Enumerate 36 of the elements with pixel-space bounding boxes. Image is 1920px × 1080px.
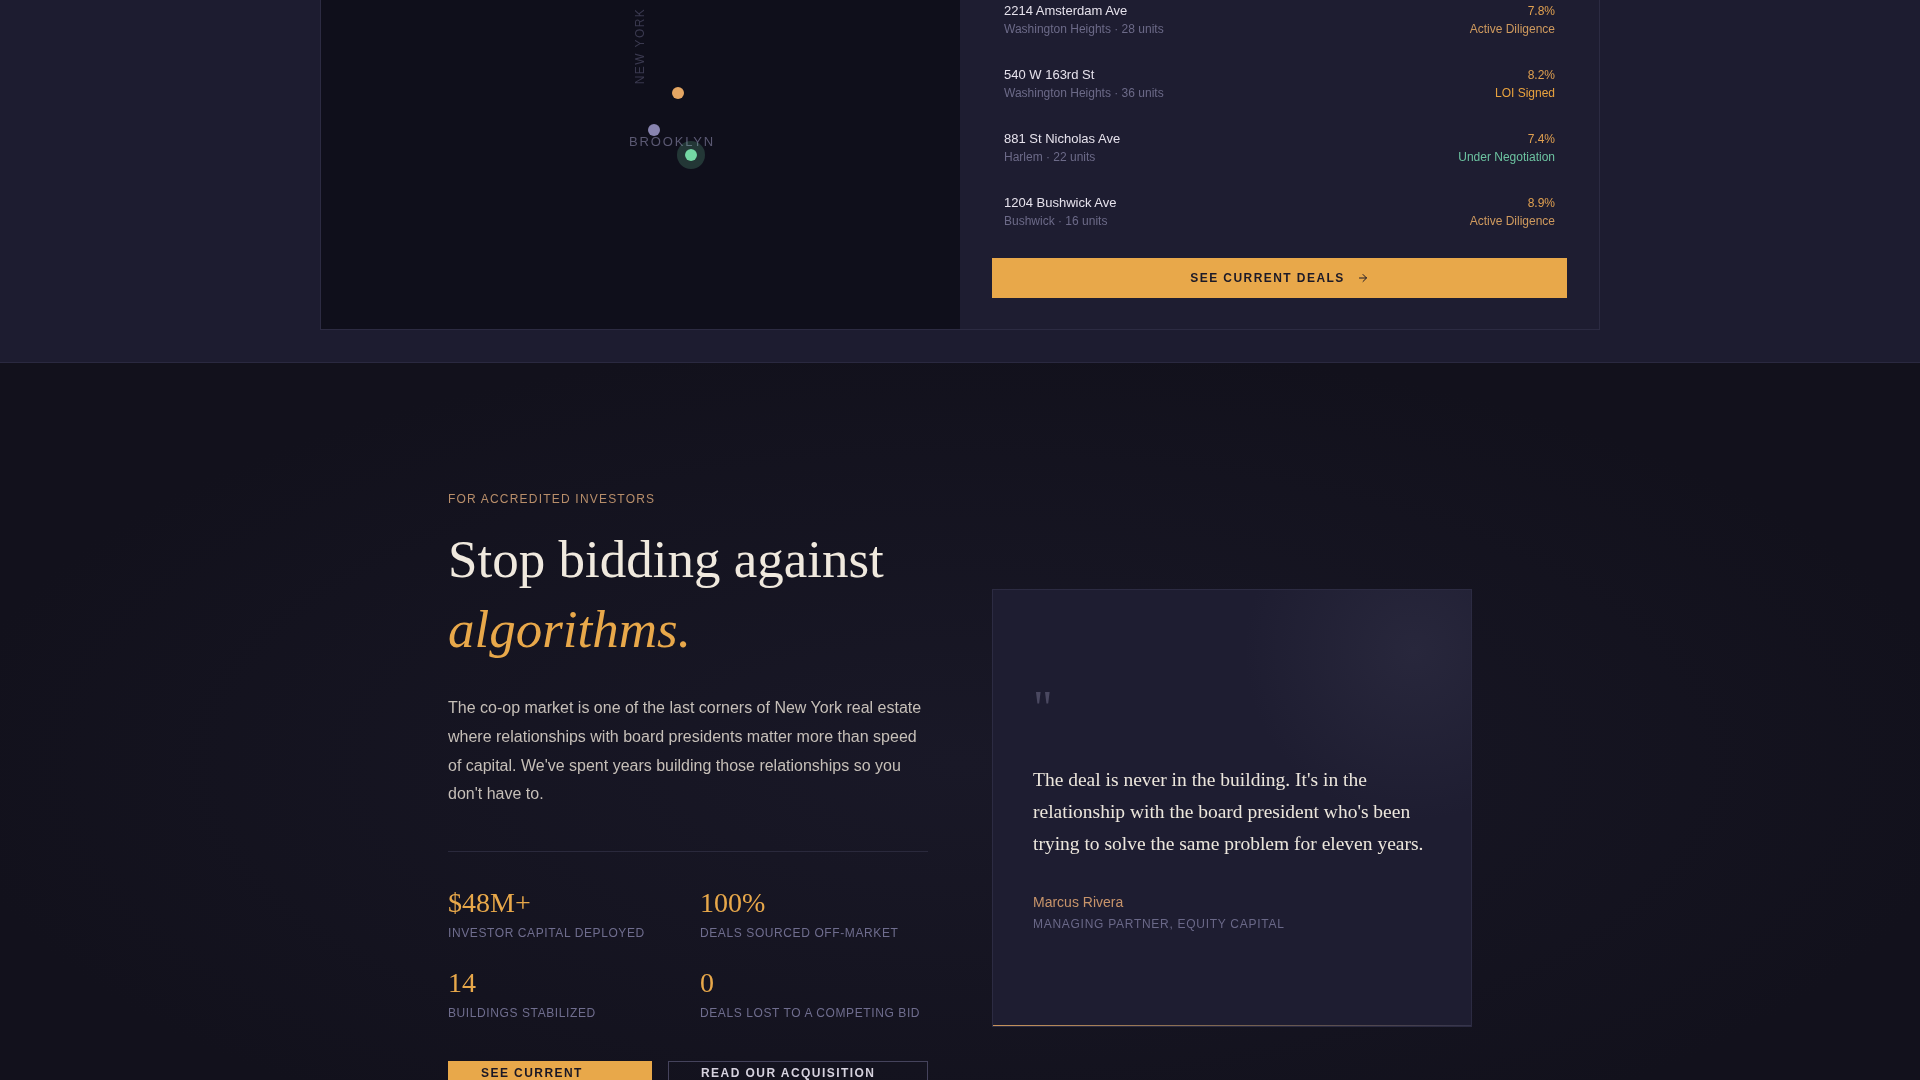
stat-value: $48M+ xyxy=(448,886,532,921)
arrow-right-icon xyxy=(1356,272,1369,284)
quote-text: The deal is never in the building. It's in the relationship with the board president who's been trying to solve the same problem for eleven years. xyxy=(1033,768,1425,856)
deal-location: Harlem · 22 units xyxy=(1004,149,1097,166)
deal-address: 1204 Bushwick Ave xyxy=(1004,194,1117,212)
stat-label: DEALS LOST TO A COMPETING BID xyxy=(700,1005,922,1022)
deal-address: 540 W 163rd St xyxy=(1004,66,1096,84)
deal-yield: 8.2% xyxy=(1527,67,1555,84)
deal-yield: 7.4% xyxy=(1527,131,1555,148)
deal-status: Under Negotiation xyxy=(1458,149,1555,166)
deal-yield: 8.9% xyxy=(1527,195,1555,212)
deal-location: Bushwick · 16 units xyxy=(1004,213,1109,230)
deal-location: Washington Heights · 36 units xyxy=(1004,85,1164,102)
deal-yield: 7.8% xyxy=(1527,3,1555,20)
stat-value: 0 xyxy=(700,966,715,1001)
deal-status: LOI Signed xyxy=(1494,85,1555,102)
stat-label: BUILDINGS STABILIZED xyxy=(448,1005,597,1022)
stat-value: 14 xyxy=(448,966,477,1001)
author-name: Marcus Rivera xyxy=(1033,893,1125,912)
stat-label: INVESTOR CAPITAL DEPLOYED xyxy=(448,925,646,942)
body-text: The co-op market is one of the last corners of New York real estate where relationships with board presidents matter more than speed of capital. We've spent years building those relationships so you don't have to. xyxy=(448,698,923,805)
stat-value: 100% xyxy=(700,886,767,921)
stat-label: DEALS SOURCED OFF-MARKET xyxy=(700,925,900,942)
quote-mark: " xyxy=(1033,684,1053,732)
see-current-deals-button[interactable]: SEE CURRENT DEALS xyxy=(992,258,1567,298)
map-label: BROOKLYN xyxy=(629,134,715,150)
author-role: MANAGING PARTNER, EQUITY CAPITAL xyxy=(1033,916,1286,932)
headline: Stop bidding against algorithms. xyxy=(448,529,885,660)
deal-address: 2214 Amsterdam Ave xyxy=(1004,2,1129,20)
eyebrow-label: FOR ACCREDITED INVESTORS xyxy=(448,491,657,507)
deal-location: Washington Heights · 28 units xyxy=(1004,21,1164,38)
deal-status: Active Diligence xyxy=(1469,213,1555,230)
deal-status: Active Diligence xyxy=(1469,21,1555,38)
secondary-button[interactable]: READ OUR ACQUISITION xyxy=(668,1061,928,1080)
primary-button[interactable]: SEE CURRENT xyxy=(448,1061,652,1080)
deal-address: 881 St Nicholas Ave xyxy=(1004,130,1121,148)
